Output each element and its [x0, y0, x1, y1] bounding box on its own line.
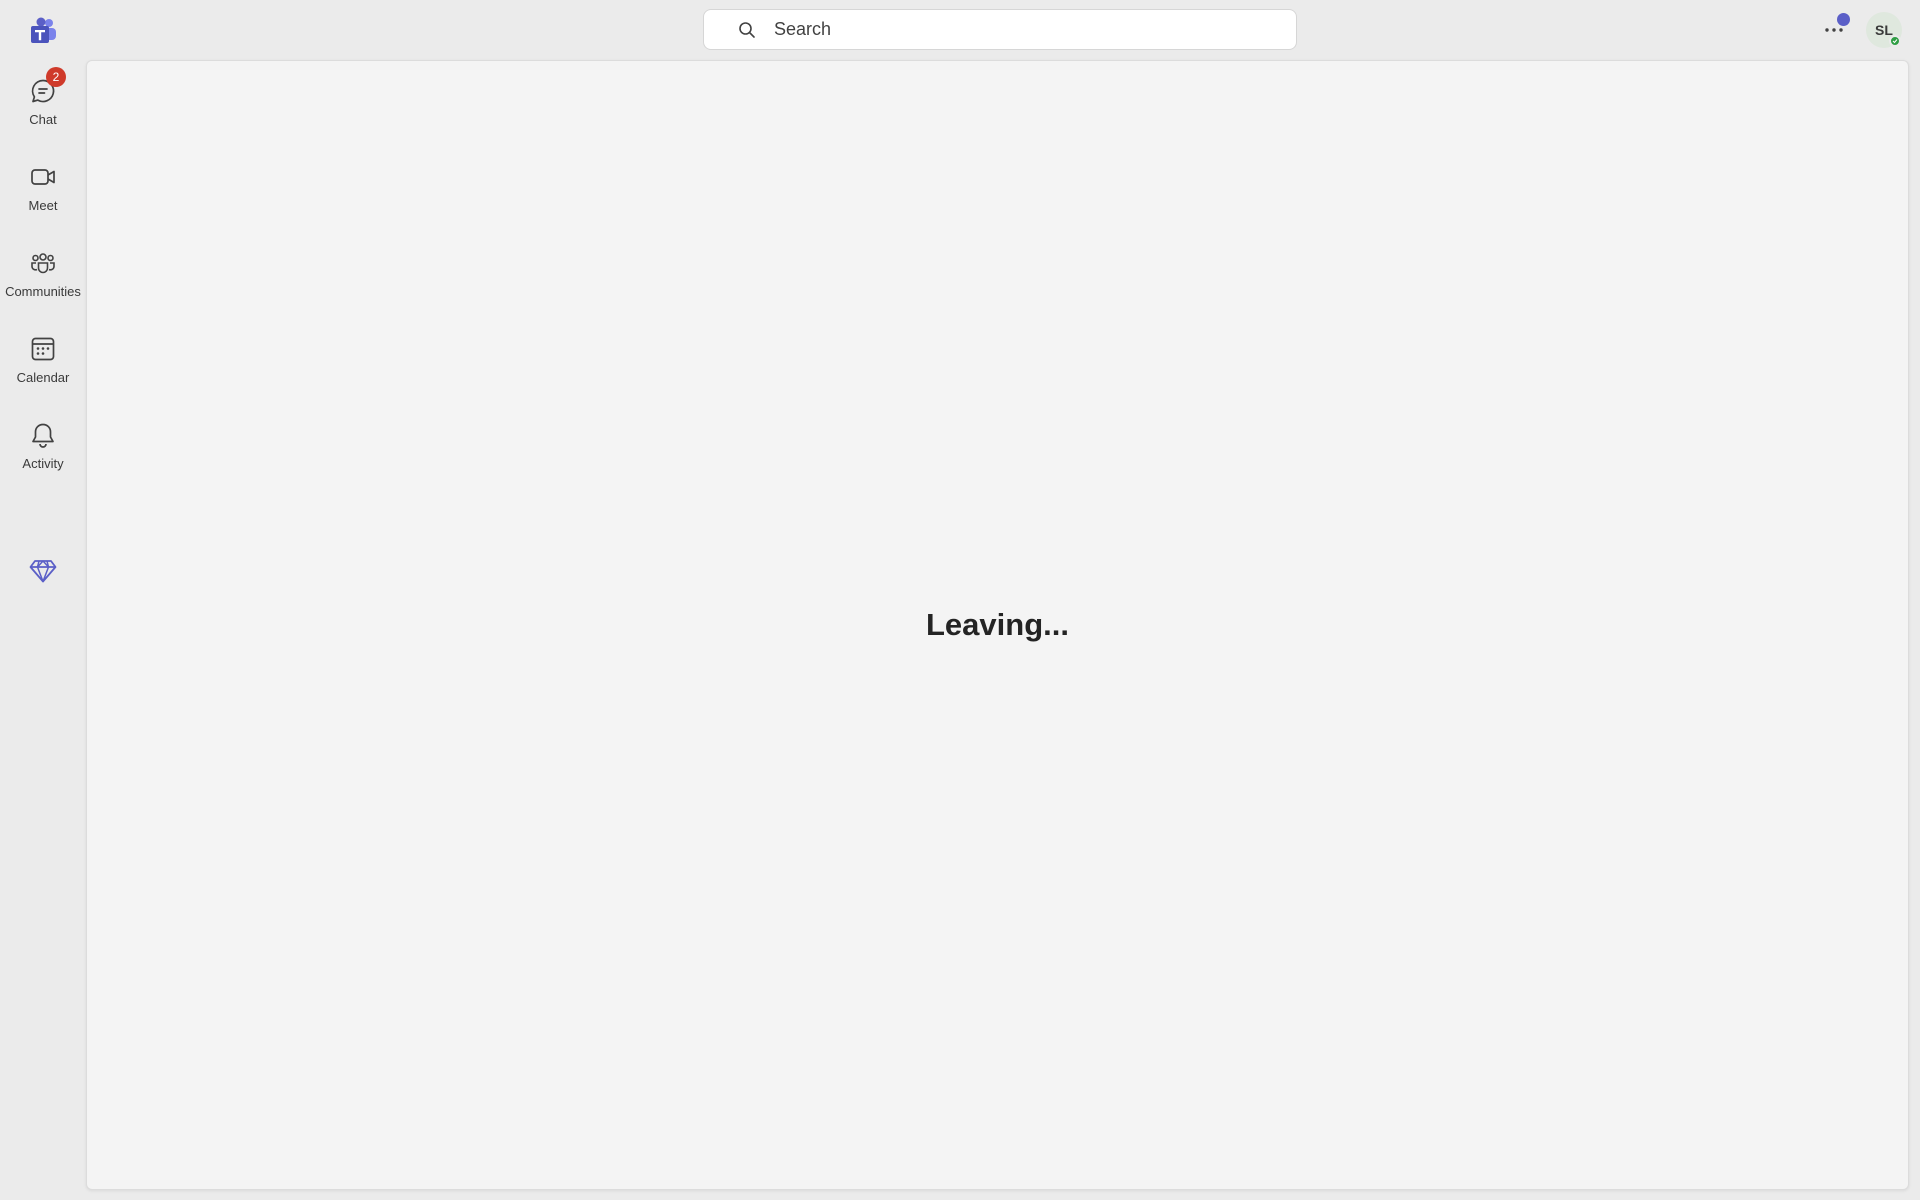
sidebar-item-chat[interactable]: Chat 2	[0, 60, 86, 132]
sidebar-item-calendar[interactable]: Calendar	[0, 318, 86, 390]
teams-logo-icon[interactable]	[26, 14, 60, 48]
more-horizontal-icon	[1825, 28, 1843, 32]
calendar-icon	[28, 334, 58, 364]
video-camera-icon	[28, 162, 58, 192]
presence-available-icon	[1889, 35, 1901, 47]
main-content-panel: Leaving...	[86, 60, 1909, 1190]
bell-icon	[28, 420, 58, 450]
diamond-icon[interactable]	[28, 556, 58, 586]
sidebar-item-label: Calendar	[16, 370, 70, 385]
sidebar-item-activity[interactable]: Activity	[0, 404, 86, 476]
notification-dot	[1837, 13, 1850, 26]
sidebar-item-label: Chat	[29, 112, 57, 127]
search-box[interactable]	[703, 9, 1297, 50]
leaving-status-text: Leaving...	[926, 607, 1069, 642]
teams-app: SL Chat 2 Mee	[0, 0, 1920, 1200]
search-input[interactable]	[772, 13, 1256, 46]
unread-badge: 2	[46, 67, 66, 87]
sidebar-item-meet[interactable]: Meet	[0, 146, 86, 218]
communities-icon	[28, 248, 58, 278]
sidebar-item-communities[interactable]: Communities	[0, 232, 86, 304]
sidebar-item-label: Activity	[22, 456, 64, 471]
sidebar-item-label: Communities	[5, 284, 81, 299]
sidebar-item-label: Meet	[28, 198, 58, 213]
search-icon	[736, 19, 758, 41]
